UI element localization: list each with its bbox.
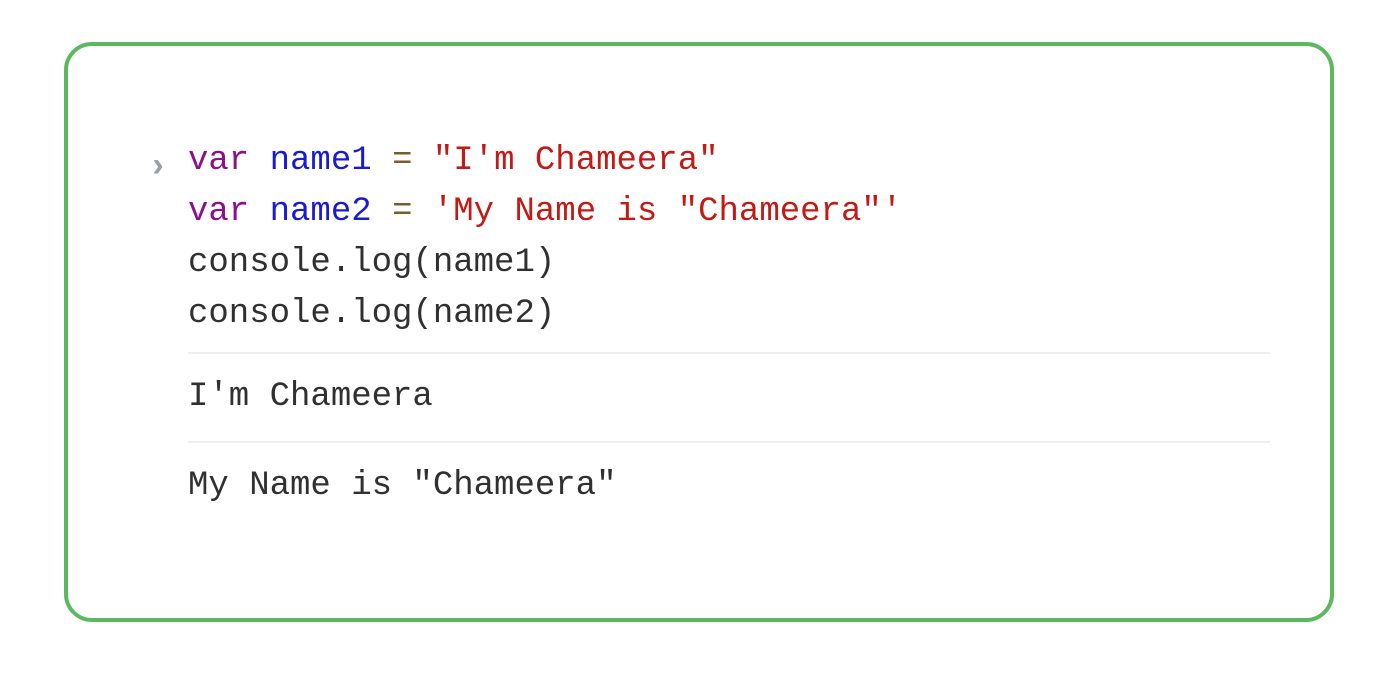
identifier-name1: name1	[270, 142, 372, 180]
code-line-2: var name2 = 'My Name is "Chameera"'	[188, 187, 1270, 238]
console-output-1: I'm Chameera	[188, 366, 1270, 429]
operator-equals: =	[392, 142, 412, 180]
separator	[188, 441, 1270, 443]
string-literal-1: "I'm Chameera"	[433, 142, 719, 180]
separator	[188, 352, 1270, 354]
prompt-chevron-icon: ›	[128, 136, 188, 191]
console-output-2: My Name is "Chameera"	[188, 455, 1270, 518]
code-line-3: console.log(name1)	[188, 238, 1270, 289]
identifier-name2: name2	[270, 193, 372, 231]
keyword-var: var	[188, 142, 249, 180]
keyword-var: var	[188, 193, 249, 231]
string-literal-2: 'My Name is "Chameera"'	[433, 193, 902, 231]
console-input-row[interactable]: › var name1 = "I'm Chameera" var name2 =…	[128, 136, 1270, 340]
code-line-1: var name1 = "I'm Chameera"	[188, 136, 1270, 187]
operator-equals: =	[392, 193, 412, 231]
console-panel: › var name1 = "I'm Chameera" var name2 =…	[64, 42, 1334, 622]
code-block: var name1 = "I'm Chameera" var name2 = '…	[188, 136, 1270, 340]
code-line-4: console.log(name2)	[188, 289, 1270, 340]
